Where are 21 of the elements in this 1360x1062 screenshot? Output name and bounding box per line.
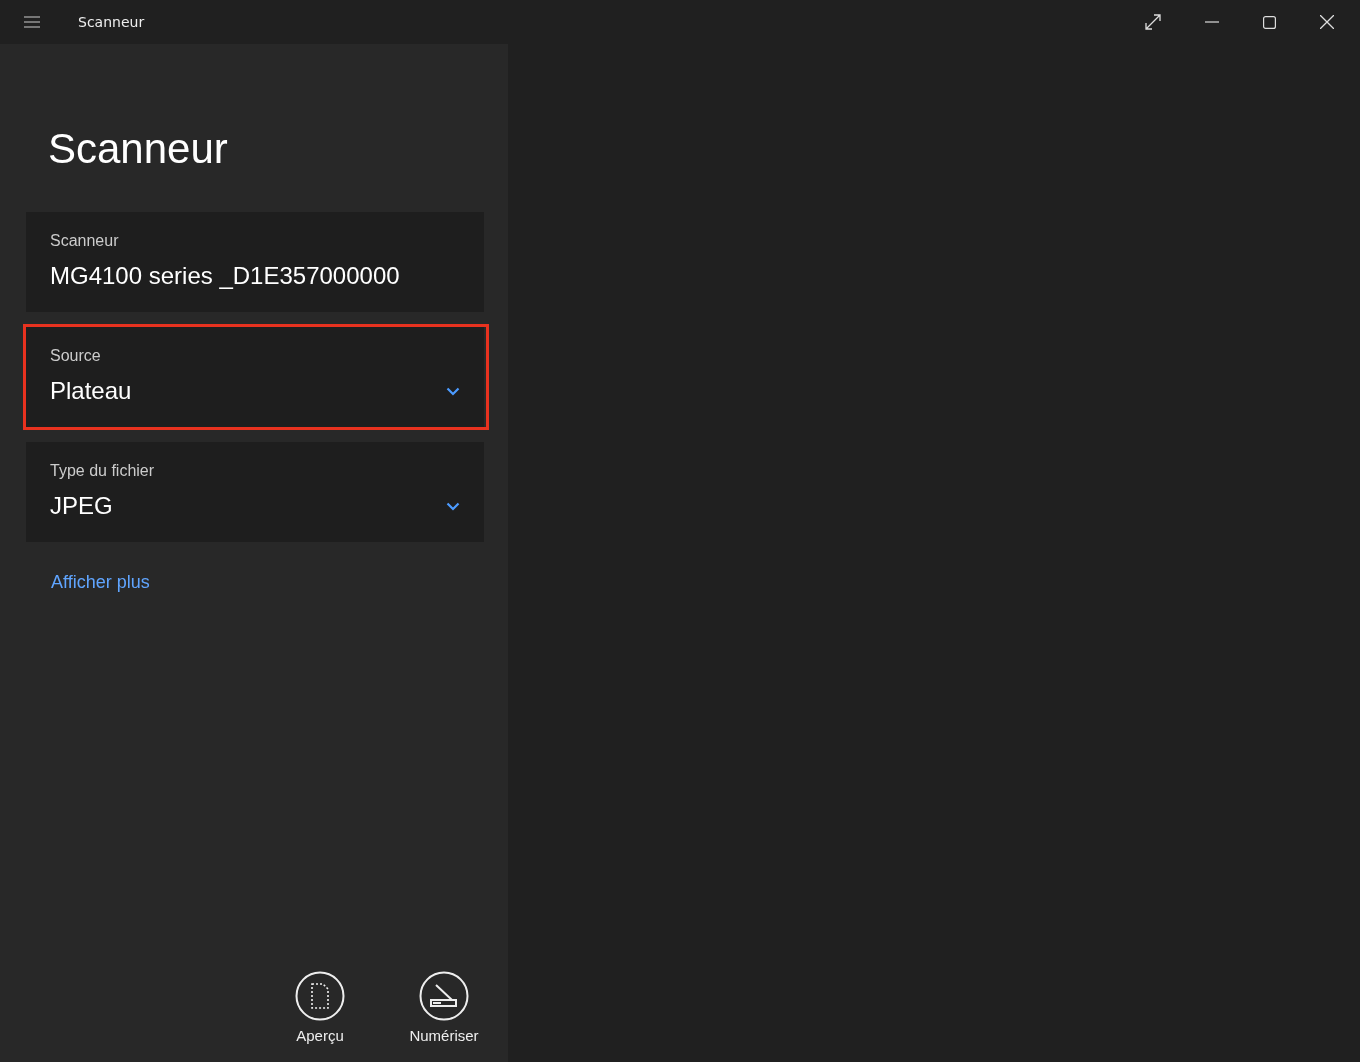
chevron-down-icon — [446, 501, 460, 511]
field-label: Scanneur — [50, 232, 120, 251]
maximize-icon[interactable] — [1263, 15, 1276, 29]
menu-icon[interactable] — [24, 16, 40, 28]
dotted-page-icon — [295, 971, 345, 1021]
dropdown-field[interactable]: Type du fichier JPEG — [26, 442, 484, 543]
field-value: JPEG — [50, 492, 113, 521]
field-value: Plateau — [50, 377, 132, 406]
field-label: Type du fichier — [50, 462, 156, 481]
dropdown-field[interactable]: Source Plateau — [26, 327, 484, 428]
scanner-icon — [419, 971, 469, 1021]
scan-button[interactable]: Numériser — [402, 971, 486, 1044]
expand-icon[interactable] — [1145, 14, 1161, 30]
chevron-down-icon — [446, 386, 460, 396]
close-icon[interactable] — [1320, 15, 1334, 29]
page-heading: Scanneur — [48, 124, 229, 174]
field-label: Source — [50, 347, 102, 366]
show-more-link[interactable]: Afficher plus — [51, 572, 150, 594]
field-value: MG4100 series _D1E357000000 — [50, 262, 400, 291]
window-title: Scanneur — [78, 14, 145, 30]
preview-button[interactable]: Aperçu — [278, 971, 362, 1044]
